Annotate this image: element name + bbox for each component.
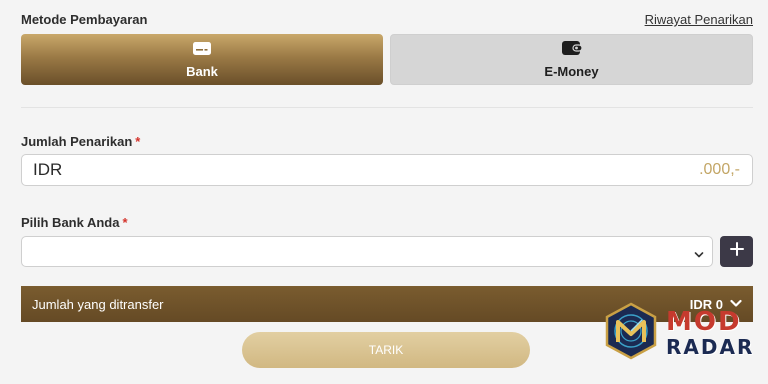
chevron-down-icon (694, 246, 704, 264)
amount-suffix: .000,- (699, 161, 740, 178)
watermark-logo: MOD RADAR (602, 302, 752, 364)
add-bank-button[interactable] (720, 236, 753, 267)
currency-prefix: IDR (33, 160, 63, 179)
bank-method-button[interactable]: Bank (21, 34, 383, 85)
select-bank-label: Pilih Bank Anda * (21, 215, 128, 230)
watermark-radar-text: RADAR (666, 335, 755, 359)
withdrawal-amount-input[interactable]: IDR .000,- (21, 154, 753, 186)
required-marker: * (122, 215, 128, 230)
withdrawal-amount-label: Jumlah Penarikan * (21, 134, 141, 149)
radar-logo-icon (602, 302, 660, 365)
withdrawal-history-link[interactable]: Riwayat Penarikan (645, 12, 753, 27)
wallet-icon (561, 40, 583, 59)
emoney-method-label: E-Money (544, 64, 599, 79)
transfer-amount-label: Jumlah yang ditransfer (32, 296, 164, 312)
watermark-mod-text: MOD (666, 307, 742, 337)
section-divider (21, 107, 753, 108)
required-marker: * (135, 134, 141, 149)
withdraw-submit-button[interactable]: TARIK (242, 332, 530, 368)
plus-icon (729, 242, 744, 261)
emoney-method-button[interactable]: E-Money (390, 34, 753, 85)
bank-method-label: Bank (186, 63, 218, 79)
payment-method-label: Metode Pembayaran (21, 12, 148, 27)
bank-select-dropdown[interactable] (21, 236, 713, 267)
card-icon (192, 41, 212, 59)
